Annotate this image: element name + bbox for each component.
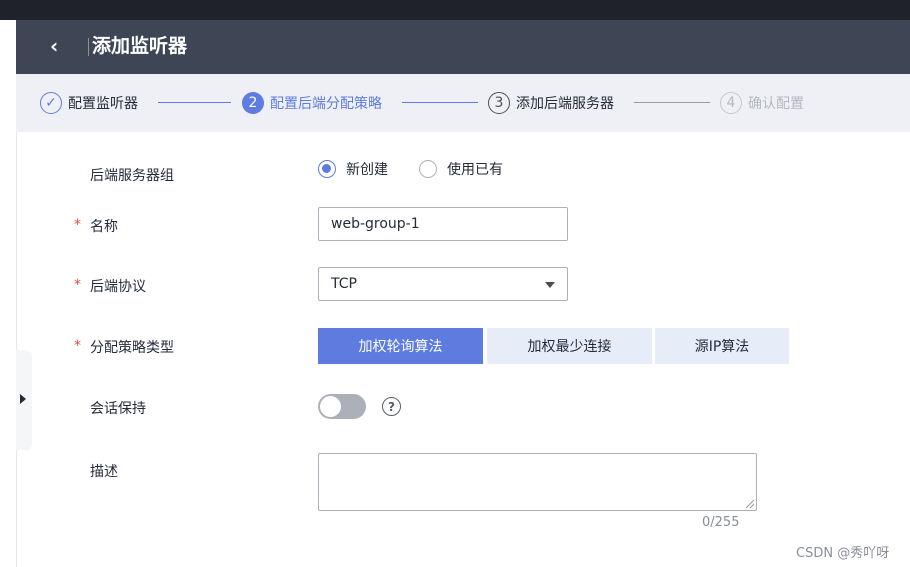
step-3[interactable]: 3 添加后端服务器 bbox=[488, 91, 614, 115]
name-input[interactable]: web-group-1 bbox=[318, 207, 568, 241]
required-mark: * bbox=[74, 277, 81, 293]
radio-use-existing-dot bbox=[419, 160, 437, 178]
step-4-label: 确认配置 bbox=[748, 96, 804, 112]
top-system-bar bbox=[0, 0, 910, 20]
name-label-text: 名称 bbox=[90, 219, 118, 235]
sidebar-expand-handle[interactable] bbox=[16, 350, 32, 450]
step-2-number: 2 bbox=[242, 92, 264, 114]
required-mark: * bbox=[74, 217, 81, 233]
strategy-weighted-least-connections[interactable]: 加权最少连接 bbox=[487, 328, 652, 364]
strategy-weighted-round-robin[interactable]: 加权轮询算法 bbox=[318, 328, 483, 364]
step-1-label: 配置监听器 bbox=[68, 96, 138, 112]
radio-use-existing-label: 使用已有 bbox=[447, 162, 503, 178]
step-connector-3 bbox=[634, 102, 710, 103]
radio-create-new-dot bbox=[318, 160, 336, 178]
backend-group-label: 后端服务器组 bbox=[90, 168, 174, 184]
help-icon[interactable]: ? bbox=[382, 397, 401, 416]
name-field-label: * 名称 bbox=[74, 216, 118, 236]
page-header: ‹ 添加监听器 bbox=[16, 20, 910, 74]
step-4-number: 4 bbox=[720, 92, 742, 114]
radio-use-existing[interactable]: 使用已有 bbox=[419, 159, 503, 179]
description-char-counter: 0/255 bbox=[702, 515, 740, 530]
expand-arrow-icon bbox=[20, 394, 26, 404]
protocol-select[interactable]: TCP bbox=[318, 267, 568, 301]
name-input-value: web-group-1 bbox=[331, 216, 420, 232]
back-chevron-icon[interactable]: ‹ bbox=[50, 34, 58, 58]
header-divider bbox=[88, 38, 89, 56]
step-1-check-icon: ✓ bbox=[40, 92, 62, 114]
strategy-label-text: 分配策略类型 bbox=[90, 340, 174, 356]
step-connector-2 bbox=[402, 102, 478, 103]
form-panel: 后端服务器组 新创建 使用已有 * 名称 web-group-1 * 后端协议 … bbox=[42, 132, 910, 567]
description-textarea[interactable] bbox=[318, 453, 757, 511]
step-2[interactable]: 2 配置后端分配策略 bbox=[242, 91, 382, 115]
session-field-label: 会话保持 bbox=[90, 401, 146, 417]
step-4: 4 确认配置 bbox=[720, 91, 804, 115]
toggle-knob bbox=[320, 396, 341, 417]
required-mark: * bbox=[74, 338, 81, 354]
radio-create-new-label: 新创建 bbox=[346, 162, 388, 178]
description-field-label: 描述 bbox=[90, 464, 118, 480]
step-3-label: 添加后端服务器 bbox=[516, 96, 614, 112]
page-title: 添加监听器 bbox=[92, 35, 188, 57]
strategy-field-label: * 分配策略类型 bbox=[74, 337, 174, 357]
protocol-field-label: * 后端协议 bbox=[74, 276, 146, 296]
session-toggle[interactable] bbox=[318, 394, 366, 419]
watermark: CSDN @秀吖呀 bbox=[796, 546, 890, 561]
dropdown-arrow-icon bbox=[545, 282, 555, 288]
radio-create-new[interactable]: 新创建 bbox=[318, 159, 388, 179]
left-edge-panel bbox=[0, 20, 17, 567]
step-3-number: 3 bbox=[488, 92, 510, 114]
step-1[interactable]: ✓ 配置监听器 bbox=[40, 91, 138, 115]
step-connector-1 bbox=[158, 102, 231, 103]
strategy-source-ip[interactable]: 源IP算法 bbox=[655, 328, 789, 364]
resize-grip-icon[interactable] bbox=[746, 500, 754, 508]
wizard-steps: ✓ 配置监听器 2 配置后端分配策略 3 添加后端服务器 4 确认配置 bbox=[16, 74, 910, 132]
protocol-label-text: 后端协议 bbox=[90, 279, 146, 295]
step-2-label: 配置后端分配策略 bbox=[270, 96, 382, 112]
protocol-select-value: TCP bbox=[331, 276, 357, 292]
